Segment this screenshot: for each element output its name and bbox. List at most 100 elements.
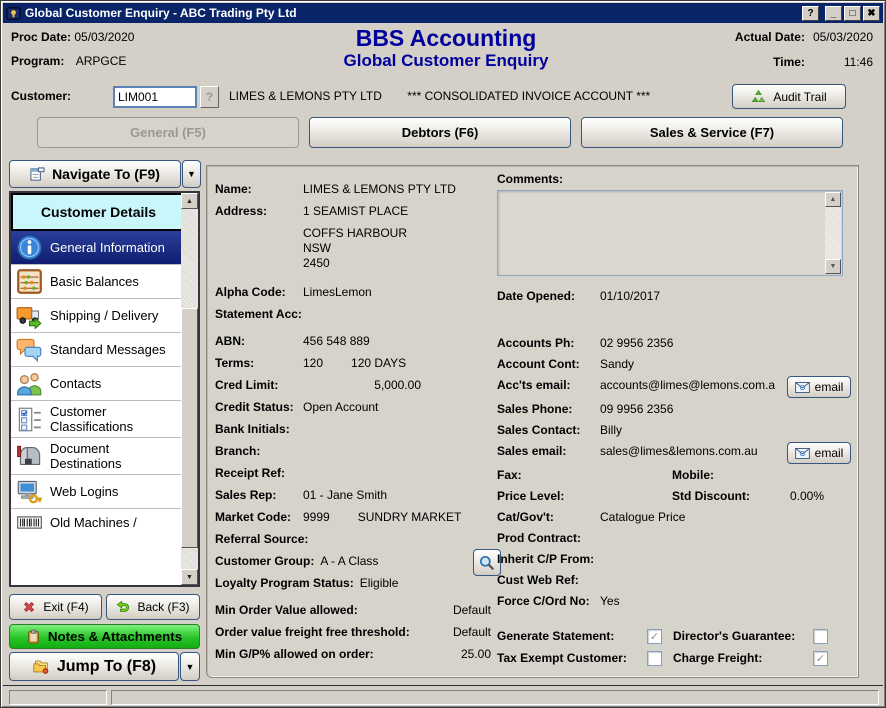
- field-row: Market Code: 9999 SUNDRY MARKET: [215, 510, 491, 532]
- field-label: Cred Limit:: [215, 378, 303, 392]
- contacts-icon: [16, 370, 43, 397]
- scroll-down-arrow[interactable]: ▼: [181, 569, 198, 585]
- field-label: Price Level:: [497, 489, 600, 503]
- field-value: 25.00: [461, 647, 491, 661]
- field-value: Sandy: [600, 357, 634, 371]
- truck-icon: [16, 302, 43, 329]
- sidebar-item-label: General Information: [50, 240, 165, 255]
- scroll-down-arrow[interactable]: ▼: [825, 259, 841, 274]
- notes-attachments-button[interactable]: Notes & Attachments: [9, 624, 200, 649]
- sidebar-item-label: Standard Messages: [50, 342, 166, 357]
- checkbox[interactable]: [647, 629, 662, 644]
- sidebar-item[interactable]: General Information: [11, 231, 183, 265]
- field-value-2: 120 DAYS: [351, 356, 406, 370]
- program: Program: ARPGCE: [11, 54, 126, 68]
- field-label: Order value freight free threshold:: [215, 625, 416, 639]
- close-button[interactable]: ✖: [863, 6, 880, 21]
- tab-button[interactable]: Debtors (F6): [309, 117, 571, 148]
- scroll-up-arrow[interactable]: ▲: [825, 192, 841, 207]
- tab-button[interactable]: Sales & Service (F7): [581, 117, 843, 148]
- tab-button[interactable]: General (F5): [37, 117, 299, 148]
- checkbox[interactable]: [647, 651, 662, 666]
- field-label: Sales Rep:: [215, 488, 303, 502]
- sidebar-scrollbar[interactable]: ▲ ▼: [181, 193, 198, 585]
- field-label: Inherit C/P From:: [497, 552, 600, 566]
- field-row: Sales Rep: 01 - Jane Smith: [215, 488, 491, 510]
- sidebar-item[interactable]: Contacts: [11, 367, 183, 401]
- field-label: Force C/Ord No:: [497, 594, 600, 608]
- field-value: LimesLemon: [303, 285, 372, 299]
- email-button[interactable]: email: [787, 442, 851, 464]
- field-row: COFFS HARBOUR: [215, 226, 491, 241]
- sidebar-item[interactable]: Web Logins: [11, 475, 183, 509]
- jump-dropdown-arrow[interactable]: ▼: [180, 652, 200, 681]
- field-label: Statement Acc:: [215, 307, 308, 321]
- field-label: Min G/P% allowed on order:: [215, 647, 380, 661]
- customer-lookup-button[interactable]: ?: [200, 86, 219, 108]
- scroll-up-arrow[interactable]: ▲: [181, 193, 198, 209]
- audit-trail-button[interactable]: Audit Trail: [732, 84, 846, 109]
- field-label: Referral Source:: [215, 532, 314, 546]
- checklist-icon: [16, 406, 43, 433]
- field-row: Branch:: [215, 444, 491, 466]
- customer-label: Customer:: [11, 89, 71, 103]
- checkbox[interactable]: [813, 629, 828, 644]
- sidebar-item[interactable]: Customer Classifications: [11, 401, 183, 438]
- proc-date: Proc Date: 05/03/2020: [11, 30, 134, 44]
- maximize-button[interactable]: □: [844, 6, 861, 21]
- field-row: Loyalty Program Status: Eligible: [215, 576, 491, 598]
- sidebar-item-label: Shipping / Delivery: [50, 308, 158, 323]
- red-x-icon: [22, 600, 36, 614]
- checkbox[interactable]: [813, 651, 828, 666]
- folders-icon: [32, 659, 50, 674]
- form-icon: [30, 167, 45, 182]
- proc-date-value: 05/03/2020: [74, 30, 134, 44]
- sidebar-item[interactable]: Document Destinations: [11, 438, 183, 475]
- navigate-to-button[interactable]: Navigate To (F9): [9, 160, 181, 188]
- customer-note: *** CONSOLIDATED INVOICE ACCOUNT ***: [407, 89, 650, 103]
- sidebar-item[interactable]: Basic Balances: [11, 265, 183, 299]
- scrollbar-thumb[interactable]: [181, 308, 198, 548]
- navigation-items: Customer Details General Information Bas…: [11, 193, 183, 585]
- right-field-column: Comments: ▲ ▼ Date Opened: 01/10/2017: [497, 172, 853, 669]
- sidebar-item[interactable]: Shipping / Delivery: [11, 299, 183, 333]
- back-button[interactable]: Back (F3): [106, 594, 200, 620]
- field-label: Branch:: [215, 444, 303, 458]
- field-label: Cust Web Ref:: [497, 573, 600, 587]
- field-label: Customer Group:: [215, 554, 320, 568]
- navigate-dropdown-arrow[interactable]: ▼: [182, 160, 201, 188]
- email-button-label: email: [815, 380, 844, 394]
- field-label: Market Code:: [215, 510, 303, 524]
- customer-code-input[interactable]: [113, 86, 197, 108]
- tab-bar: General (F5) Debtors (F6) Sales & Servic…: [37, 117, 843, 148]
- field-value: 01/10/2017: [600, 289, 660, 303]
- exit-button[interactable]: Exit (F4): [9, 594, 102, 620]
- email-button[interactable]: email: [787, 376, 851, 398]
- comments-box[interactable]: ▲ ▼: [497, 190, 843, 276]
- field-value: A - A Class: [320, 554, 378, 568]
- sidebar-item[interactable]: Customer Details: [11, 193, 183, 231]
- minimize-button[interactable]: _: [825, 6, 842, 21]
- customer-name-line: LIMES & LEMONS PTY LTD *** CONSOLIDATED …: [229, 89, 650, 103]
- field-label: Credit Status:: [215, 400, 303, 414]
- machines-icon: [16, 509, 43, 535]
- email-button-label: email: [815, 446, 844, 460]
- sidebar-item[interactable]: Old Machines /: [11, 509, 183, 535]
- jump-to-button[interactable]: Jump To (F8): [9, 652, 179, 681]
- field-row: Account Cont: Sandy: [497, 357, 853, 378]
- field-label: Acc'ts email:: [497, 378, 600, 392]
- field-row: Min Order Value allowed: Default: [215, 603, 491, 625]
- sidebar-item-label: Customer Details: [41, 204, 156, 220]
- field-label: Alpha Code:: [215, 285, 303, 299]
- help-button[interactable]: ?: [802, 6, 819, 21]
- field-label: ABN:: [215, 334, 303, 348]
- proc-date-label: Proc Date:: [11, 30, 71, 44]
- sidebar-item[interactable]: Standard Messages: [11, 333, 183, 367]
- abacus-icon: [16, 268, 43, 295]
- titlebar-buttons: ? _ □ ✖: [802, 6, 880, 21]
- field-value: LIMES & LEMONS PTY LTD: [303, 182, 456, 196]
- field-row: Name: LIMES & LEMONS PTY LTD: [215, 182, 491, 204]
- field-row: Address: 1 SEAMIST PLACE: [215, 204, 491, 226]
- field-row: Sales Contact: Billy: [497, 423, 853, 444]
- comments-scrollbar[interactable]: ▲ ▼: [825, 192, 841, 274]
